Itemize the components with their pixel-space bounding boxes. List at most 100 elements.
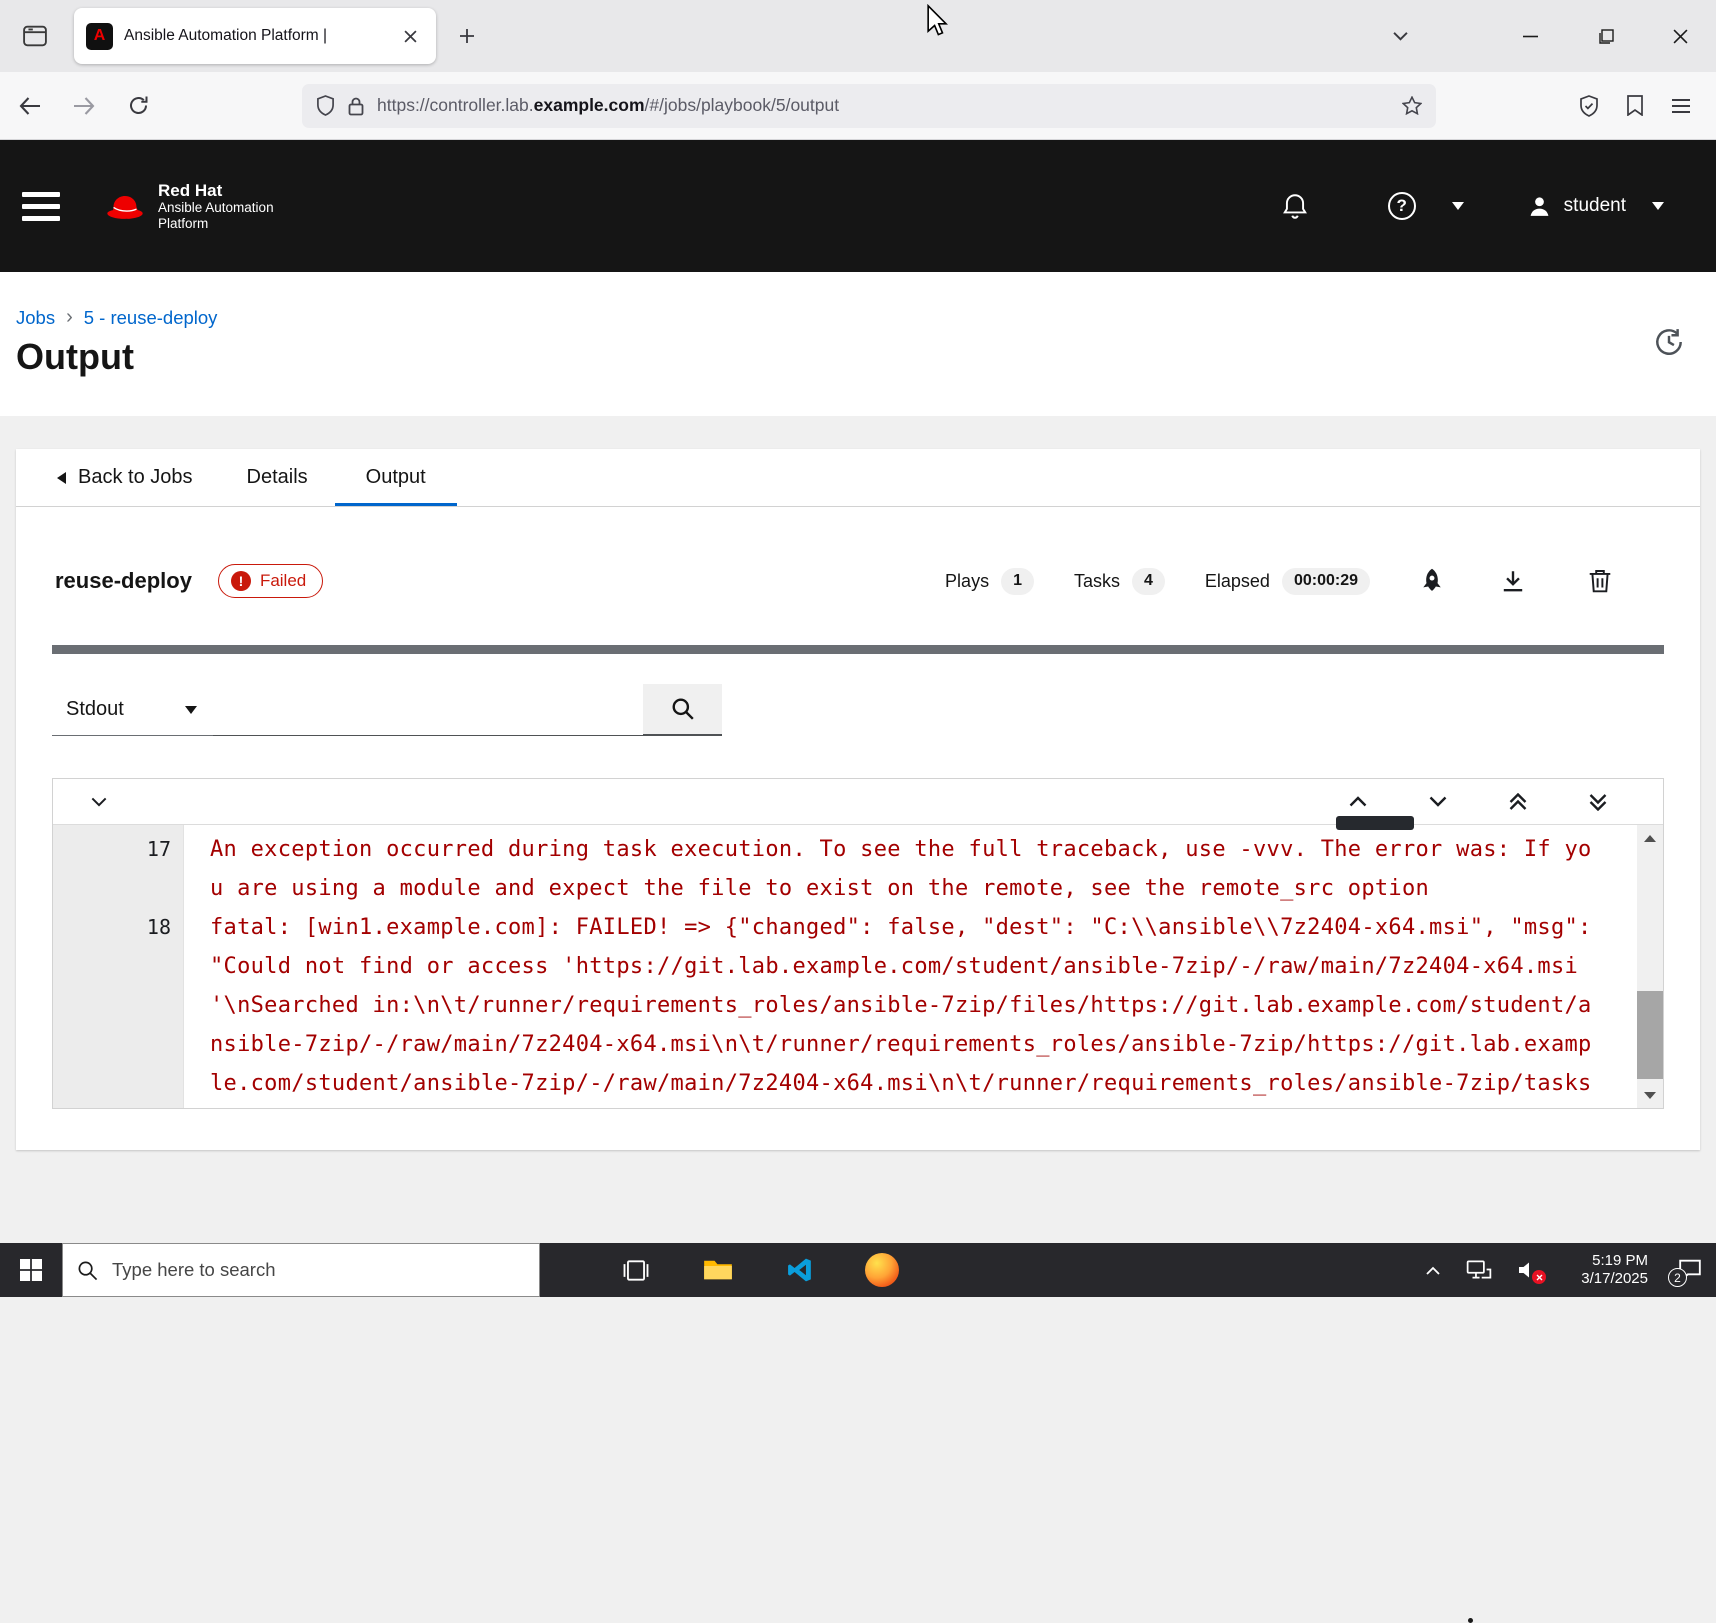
log-text: u are using a module and expect the file… — [184, 869, 1429, 908]
log-text: nsible-7zip/-/raw/main/7z2404-x64.msi\n\… — [184, 1025, 1592, 1064]
log-line[interactable]: 18 fatal: [win1.example.com]: FAILED! =>… — [53, 908, 1663, 947]
user-caret-icon[interactable] — [1652, 202, 1664, 210]
scroll-controls — [1349, 793, 1625, 811]
taskbar-clock[interactable]: 5:19 PM 3/17/2025 — [1560, 1252, 1648, 1288]
line-number — [53, 869, 184, 908]
lock-icon[interactable] — [348, 96, 364, 116]
relaunch-rocket-icon[interactable] — [1418, 567, 1446, 595]
tasks-count-badge: 4 — [1132, 568, 1165, 595]
address-bar[interactable]: https://controller.lab.example.com/#/job… — [302, 84, 1436, 128]
window-maximize-button[interactable] — [1568, 0, 1644, 72]
red-hat-fedora-icon — [104, 191, 146, 221]
nav-toggle-icon[interactable] — [22, 192, 66, 221]
scroll-first-icon[interactable] — [1509, 793, 1527, 811]
collapse-all-icon[interactable] — [91, 797, 107, 807]
forward-button[interactable] — [60, 82, 108, 130]
taskbar-search[interactable] — [62, 1243, 540, 1297]
line-number — [53, 1025, 184, 1064]
brand-text: Red Hat Ansible Automation Platform — [158, 181, 274, 232]
save-page-icon[interactable] — [1612, 83, 1658, 129]
output-search-input[interactable] — [213, 684, 643, 736]
action-center-icon[interactable]: 2 — [1678, 1258, 1702, 1282]
log-line[interactable]: 17 An exception occurred during task exe… — [53, 830, 1663, 869]
job-header: reuse-deploy ! Failed Plays 1 Tasks 4 El… — [16, 555, 1700, 607]
firefox-view-icon[interactable] — [12, 13, 58, 59]
browser-tab[interactable]: A Ansible Automation Platform | — [74, 8, 436, 64]
log-line[interactable]: le.com/student/ansible-7zip/-/raw/main/7… — [53, 1064, 1663, 1103]
firefox-icon[interactable] — [852, 1243, 912, 1297]
window-minimize-button[interactable] — [1492, 0, 1568, 72]
browser-navigation-bar: https://controller.lab.example.com/#/job… — [0, 72, 1716, 140]
file-explorer-icon[interactable] — [688, 1243, 748, 1297]
volume-icon[interactable] — [1516, 1260, 1540, 1280]
output-filter-value: Stdout — [66, 698, 124, 721]
clock-time: 5:19 PM — [1560, 1252, 1648, 1270]
user-avatar-icon — [1528, 195, 1551, 218]
line-number: 17 — [53, 830, 184, 869]
search-icon — [671, 697, 695, 721]
taskbar-search-input[interactable] — [112, 1259, 472, 1281]
log-text: "Could not find or access 'https://git.l… — [184, 947, 1578, 986]
tab-back-to-jobs[interactable]: Back to Jobs — [57, 449, 220, 506]
log-line[interactable]: "Could not find or access 'https://git.l… — [53, 947, 1663, 986]
log-line[interactable]: '\nSearched in:\n\t/runner/requirements_… — [53, 986, 1663, 1025]
log-text: le.com/student/ansible-7zip/-/raw/main/7… — [184, 1064, 1592, 1103]
tray-expand-chevron-icon[interactable] — [1426, 1266, 1440, 1275]
breadcrumb-jobs-link[interactable]: Jobs — [16, 307, 55, 329]
account-shield-icon[interactable] — [1566, 83, 1612, 129]
line-number: 18 — [53, 908, 184, 947]
page-header: Jobs › 5 - reuse-deploy Output — [0, 272, 1716, 416]
taskbar-app-icons — [606, 1243, 912, 1297]
start-button[interactable] — [0, 1243, 62, 1297]
system-tray: 5:19 PM 3/17/2025 2 — [1426, 1252, 1716, 1288]
help-icon[interactable]: ? — [1388, 192, 1416, 220]
page-body: Back to Jobs Details Output reuse-deploy… — [0, 416, 1716, 1243]
breadcrumb-current-link[interactable]: 5 - reuse-deploy — [84, 307, 218, 329]
scroll-previous-icon[interactable] — [1349, 796, 1367, 807]
notifications-bell-icon[interactable] — [1282, 192, 1308, 220]
line-number — [53, 986, 184, 1025]
log-line[interactable]: u are using a module and expect the file… — [53, 869, 1663, 908]
search-button[interactable] — [643, 684, 722, 736]
tab-title: Ansible Automation Platform | — [124, 27, 396, 45]
back-button[interactable] — [6, 82, 54, 130]
bookmark-star-icon[interactable] — [1402, 96, 1422, 115]
download-icon[interactable] — [1500, 568, 1526, 594]
log-scrollbar[interactable] — [1637, 825, 1663, 1108]
tab-details[interactable]: Details — [220, 449, 335, 506]
log-line[interactable]: nsible-7zip/-/raw/main/7z2404-x64.msi\n\… — [53, 1025, 1663, 1064]
log-rows: 17 An exception occurred during task exe… — [53, 825, 1663, 1103]
task-view-icon[interactable] — [606, 1243, 666, 1297]
job-progress-bar — [52, 645, 1664, 654]
tab-close-icon[interactable] — [396, 22, 424, 50]
scrollbar-thumb[interactable] — [1637, 991, 1663, 1079]
tab-list-chevron-icon[interactable] — [1378, 14, 1422, 58]
new-tab-button[interactable] — [446, 15, 488, 57]
scrollbar-down-icon[interactable] — [1637, 1082, 1663, 1108]
output-filter-select[interactable]: Stdout — [52, 684, 213, 736]
tab-details-label: Details — [247, 466, 308, 489]
brand-logo: Red Hat Ansible Automation Platform — [104, 181, 274, 232]
window-close-button[interactable] — [1644, 0, 1716, 72]
username[interactable]: student — [1564, 195, 1626, 217]
help-caret-icon[interactable] — [1452, 202, 1464, 210]
app-menu-icon[interactable] — [1658, 83, 1704, 129]
line-number — [53, 947, 184, 986]
network-icon[interactable] — [1466, 1259, 1492, 1281]
reload-button[interactable] — [114, 82, 162, 130]
job-name: reuse-deploy — [55, 568, 192, 594]
tasks-label: Tasks — [1074, 571, 1120, 592]
history-icon[interactable] — [1653, 326, 1685, 358]
tab-output[interactable]: Output — [335, 449, 457, 506]
delete-trash-icon[interactable] — [1588, 568, 1612, 594]
scroll-next-icon[interactable] — [1429, 796, 1447, 807]
job-output-log: 17 An exception occurred during task exe… — [53, 825, 1663, 1108]
tracking-shield-icon[interactable] — [316, 95, 335, 116]
url-text: https://controller.lab.example.com/#/job… — [377, 95, 1402, 116]
vscode-icon[interactable] — [770, 1243, 830, 1297]
scroll-last-icon[interactable] — [1589, 793, 1607, 811]
plays-count-badge: 1 — [1001, 568, 1034, 595]
app-masthead: Red Hat Ansible Automation Platform ? st… — [0, 140, 1716, 272]
tab-output-label: Output — [366, 466, 426, 489]
scrollbar-up-icon[interactable] — [1637, 825, 1663, 851]
